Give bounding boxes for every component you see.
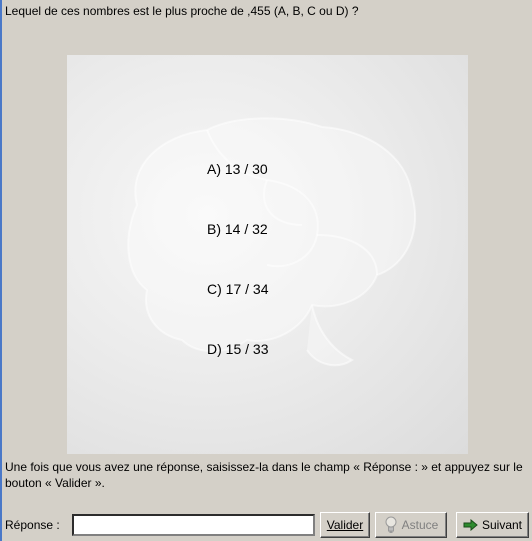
suivant-button[interactable]: Suivant [456,512,529,538]
option-b: B) 14 / 32 [207,221,268,237]
window-left-border [0,0,2,541]
answer-label: Réponse : [5,518,60,532]
suivant-label: Suivant [481,518,523,532]
option-a: A) 13 / 30 [207,161,268,177]
valider-label: Valider [326,518,364,532]
instructions-text: Une fois que vous avez une réponse, sais… [5,460,523,490]
option-c: C) 17 / 34 [207,281,269,297]
lightbulb-icon [384,516,398,534]
brain-watermark-icon [127,117,417,367]
answer-input[interactable] [72,514,315,536]
green-arrow-right-icon [463,519,478,531]
valider-button[interactable]: Valider [320,512,370,538]
option-d: D) 15 / 33 [207,341,269,357]
astuce-button[interactable]: Astuce [375,512,447,538]
question-text: Lequel de ces nombres est le plus proche… [5,4,359,18]
astuce-label: Astuce [401,518,439,532]
question-panel: A) 13 / 30 B) 14 / 32 C) 17 / 34 D) 15 /… [67,55,468,454]
